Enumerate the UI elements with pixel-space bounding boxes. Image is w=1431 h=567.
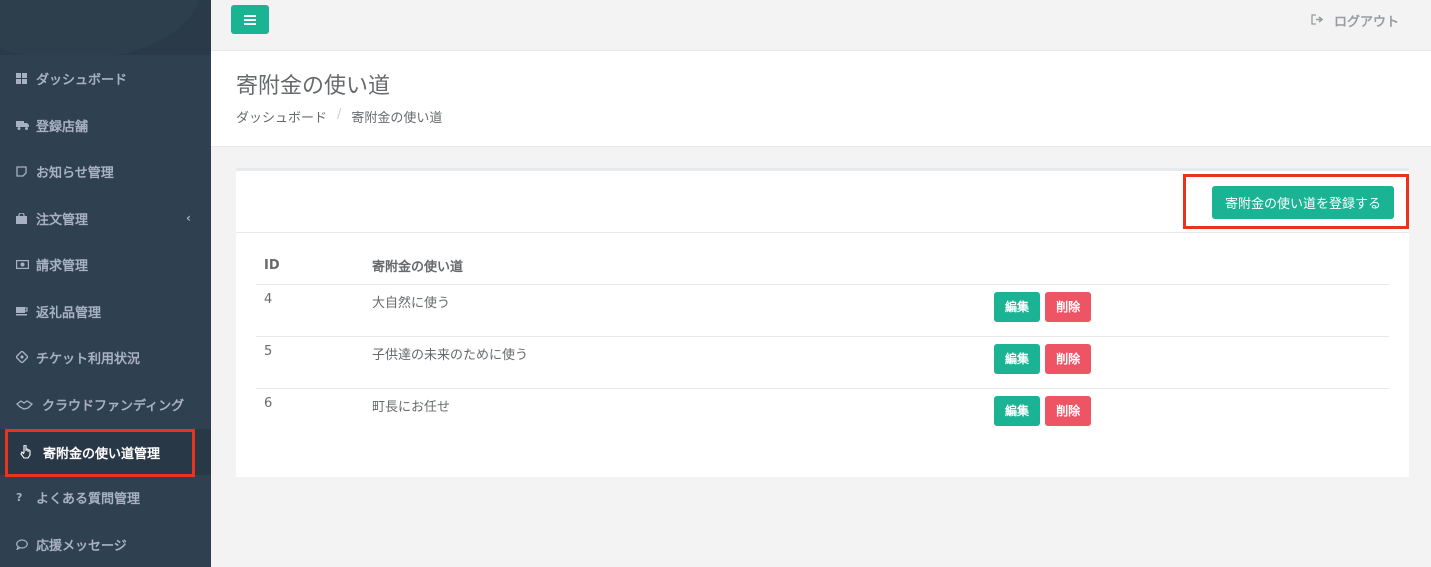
cell-actions: 編集 削除: [986, 336, 1389, 389]
breadcrumb-separator: /: [337, 107, 342, 122]
sign-out-icon: [1311, 13, 1324, 28]
highlight-box-nav: [5, 429, 195, 477]
table-row: 5 子供達の未来のために使う 編集 削除: [256, 336, 1389, 389]
cell-usage: 大自然に使う: [364, 284, 986, 337]
edit-button[interactable]: 編集: [994, 395, 1040, 426]
sidebar-item-gifts[interactable]: 返礼品管理: [0, 288, 211, 334]
column-header-usage: 寄附金の使い道: [364, 248, 986, 285]
logout-link[interactable]: ログアウト: [1311, 11, 1399, 30]
cell-id: 4: [256, 284, 364, 337]
sidebar-item-faq[interactable]: ? よくある質問管理: [0, 474, 211, 520]
highlight-box-register: [1183, 174, 1409, 229]
table-header-row: ID 寄附金の使い道: [256, 248, 1389, 285]
delete-button[interactable]: 削除: [1045, 343, 1092, 374]
column-header-actions: [986, 248, 1389, 285]
cell-id: 5: [256, 336, 364, 389]
cell-usage: 子供達の未来のために使う: [364, 336, 986, 389]
column-header-id: ID: [256, 248, 364, 285]
chevron-left-icon: ‹: [186, 211, 191, 225]
sidebar-item-label: チケット利用状況: [36, 351, 141, 367]
cell-usage: 町長にお任せ: [372, 399, 451, 415]
breadcrumb-item-dashboard[interactable]: ダッシュボード: [236, 107, 327, 126]
sidebar-item-dashboard[interactable]: ダッシュボード: [0, 55, 211, 101]
sidebar-item-label: 応援メッセージ: [36, 538, 127, 554]
cell-actions: 編集 削除: [986, 388, 1389, 440]
page-title: 寄附金の使い道: [236, 74, 391, 99]
table-row: 4 大自然に使う 編集 削除: [256, 284, 1389, 337]
logout-label: ログアウト: [1333, 15, 1399, 30]
handshake-icon: [16, 399, 42, 410]
coffee-icon: [16, 306, 36, 316]
donation-usage-table: ID 寄附金の使い道 4 大自然に使う 編集 削除 5 子供達の未来のために使う…: [256, 248, 1389, 440]
sidebar-item-label: よくある質問管理: [36, 491, 141, 507]
sidebar-item-billing[interactable]: 請求管理: [0, 241, 211, 287]
shopping-bag-icon: [16, 212, 36, 224]
question-icon: ?: [16, 490, 23, 504]
delete-button[interactable]: 削除: [1045, 291, 1092, 322]
cell-actions: 編集 削除: [986, 284, 1389, 337]
ticket-icon: [16, 351, 36, 363]
truck-icon: [16, 120, 36, 130]
delete-button[interactable]: 削除: [1045, 395, 1092, 426]
menu-toggle-button[interactable]: [231, 5, 269, 34]
sidebar-header: [0, 0, 211, 55]
sidebar-item-messages[interactable]: 応援メッセージ: [0, 521, 211, 567]
page-heading: 寄附金の使い道 ダッシュボード / 寄附金の使い道: [211, 51, 1431, 147]
sidebar-item-label: 注文管理: [36, 212, 89, 228]
sidebar-item-label: 請求管理: [36, 258, 89, 274]
sidebar-item-label: ダッシュボード: [36, 72, 128, 88]
cell-id: 6: [264, 395, 273, 411]
table-row: 6 町長にお任せ 編集 削除: [256, 388, 1389, 440]
breadcrumb-item-current: 寄附金の使い道: [351, 111, 443, 126]
sidebar-item-label: お知らせ管理: [36, 165, 114, 181]
hamburger-icon: [244, 10, 256, 29]
sidebar-item-label: クラウドファンディング: [42, 398, 185, 414]
sidebar-item-crowdfunding[interactable]: クラウドファンディング: [0, 381, 211, 427]
money-icon: [16, 259, 36, 269]
edit-button[interactable]: 編集: [994, 343, 1040, 374]
sidebar-item-news[interactable]: お知らせ管理: [0, 148, 211, 194]
sidebar: ダッシュボード 登録店舗 お知らせ管理 注文管理 ‹ 請求管理 返礼品管理 チケ…: [0, 0, 211, 567]
th-large-icon: [16, 72, 36, 84]
comment-icon: [16, 538, 36, 550]
sidebar-item-orders[interactable]: 注文管理 ‹: [0, 195, 211, 241]
sidebar-item-stores[interactable]: 登録店舗: [0, 102, 211, 148]
topbar: ログアウト: [211, 0, 1431, 51]
sidebar-item-tickets[interactable]: チケット利用状況: [0, 334, 211, 380]
edit-button[interactable]: 編集: [994, 291, 1040, 322]
sticky-note-icon: [16, 165, 36, 177]
breadcrumb: ダッシュボード / 寄附金の使い道: [236, 107, 442, 126]
sidebar-item-label: 返礼品管理: [36, 305, 102, 321]
sidebar-item-label: 登録店舗: [36, 119, 89, 135]
